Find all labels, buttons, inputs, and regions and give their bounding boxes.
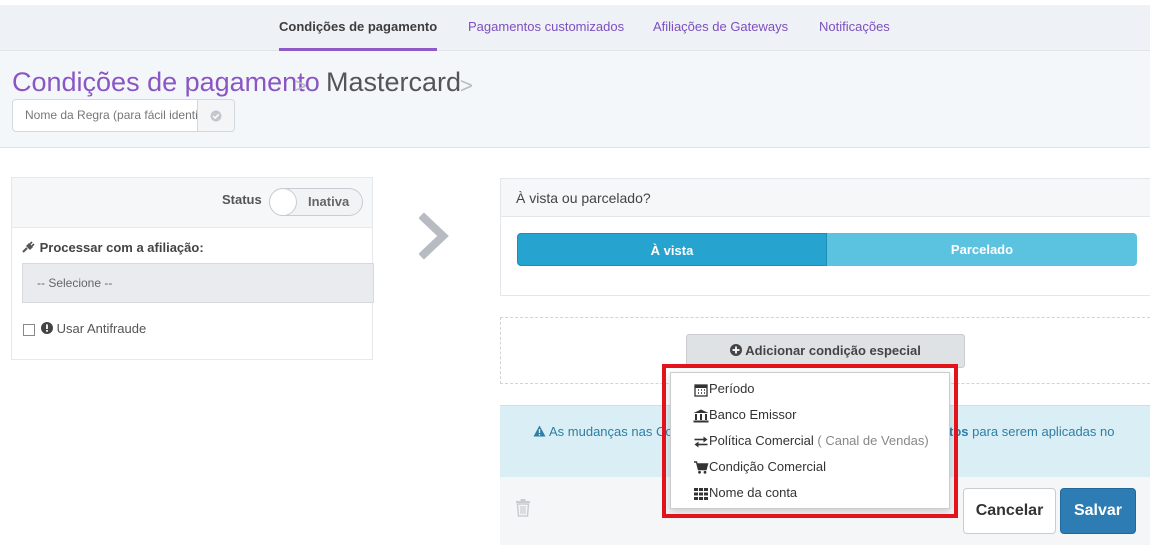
toggle-knob bbox=[269, 188, 297, 216]
page-header: Condições de pagamento > Mastercard > No… bbox=[0, 51, 1150, 148]
plus-circle-icon bbox=[730, 344, 743, 356]
trash-icon[interactable] bbox=[515, 499, 531, 517]
exclamation-circle-icon bbox=[41, 322, 53, 334]
warning-icon bbox=[533, 424, 546, 442]
breadcrumb-separator: > bbox=[460, 73, 473, 98]
affiliation-select[interactable]: -- Selecione -- bbox=[22, 263, 374, 303]
alert-message-start: As mudanças nas Co bbox=[549, 424, 673, 439]
affiliation-panel-header: Status Inativa bbox=[12, 178, 372, 228]
status-label: Status bbox=[222, 192, 262, 207]
breadcrumb-root[interactable]: Condições de pagamento bbox=[12, 67, 320, 98]
antifraude-label[interactable]: Usar Antifraude bbox=[41, 321, 146, 336]
tab-afiliacoes-de-gateways[interactable]: Afiliações de Gateways bbox=[653, 5, 788, 51]
payment-mode-panel: À vista ou parcelado? À vista Parcelado bbox=[500, 178, 1150, 296]
tab-condicoes-de-pagamento[interactable]: Condições de pagamento bbox=[279, 5, 438, 51]
rule-name-confirm-button[interactable] bbox=[197, 99, 235, 132]
alert-message-end: tos para serem aplicadas no bbox=[949, 424, 1115, 439]
antifraude-text: Usar Antifraude bbox=[56, 321, 147, 336]
chevron-right-icon bbox=[419, 213, 449, 259]
breadcrumb-separator: > bbox=[294, 73, 307, 98]
tab-pagamentos-customizados[interactable]: Pagamentos customizados bbox=[468, 5, 624, 51]
plug-icon bbox=[22, 241, 35, 253]
process-affiliation-text: Processar com a afiliação: bbox=[39, 240, 204, 255]
tabs-bar: Condições de pagamento Pagamentos custom… bbox=[0, 5, 1150, 51]
payment-mode-title: À vista ou parcelado? bbox=[501, 179, 1150, 217]
rule-name-input[interactable]: Nome da Regra (para fácil identificação) bbox=[12, 99, 198, 132]
installments-option-button[interactable]: Parcelado bbox=[827, 233, 1137, 266]
tab-notificacoes[interactable]: Notificações bbox=[819, 5, 890, 51]
check-circle-icon bbox=[210, 110, 222, 122]
breadcrumb-current: Mastercard bbox=[326, 67, 462, 97]
add-special-condition-button[interactable]: Adicionar condição especial bbox=[686, 334, 965, 368]
add-special-condition-label: Adicionar condição especial bbox=[745, 343, 921, 358]
highlight-box bbox=[662, 364, 958, 518]
antifraude-checkbox[interactable] bbox=[23, 324, 35, 336]
process-affiliation-label: Processar com a afiliação: bbox=[22, 240, 204, 255]
cancel-button[interactable]: Cancelar bbox=[963, 488, 1056, 534]
cash-option-button[interactable]: À vista bbox=[517, 233, 827, 266]
toggle-state-text: Inativa bbox=[308, 194, 350, 209]
affiliation-panel: Status Inativa Processar com a afiliação… bbox=[11, 177, 374, 360]
save-button[interactable]: Salvar bbox=[1060, 488, 1136, 534]
status-toggle[interactable]: Inativa bbox=[269, 188, 363, 216]
